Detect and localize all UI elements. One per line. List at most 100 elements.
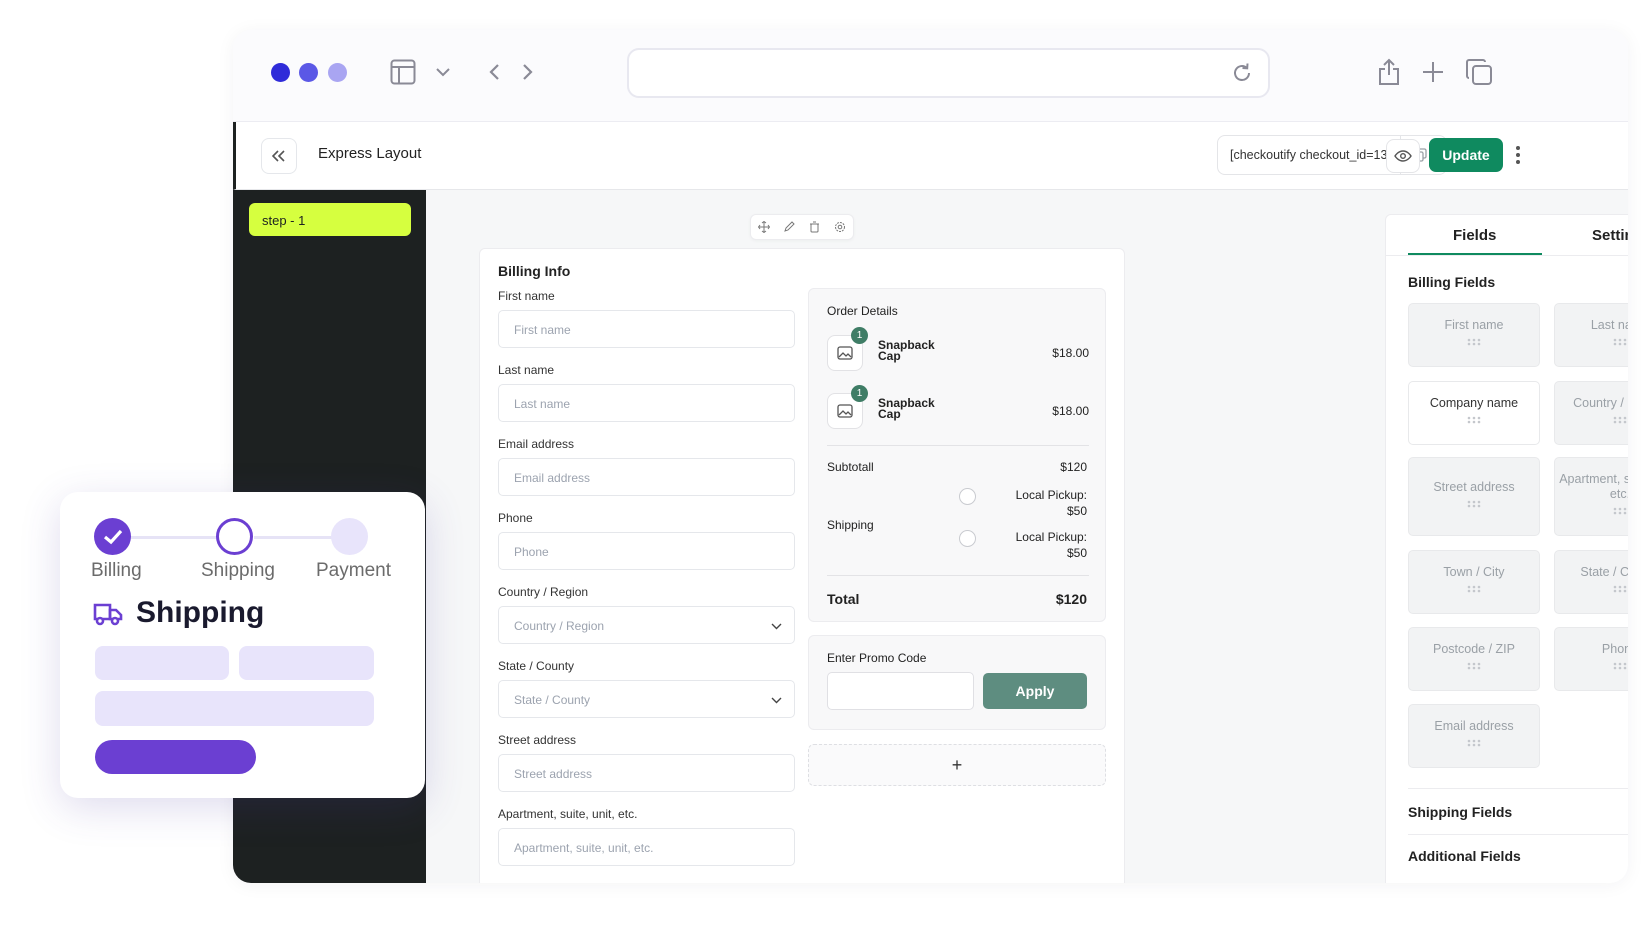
step-indicator-pending — [331, 518, 368, 555]
subtotal-value: $120 — [1060, 460, 1087, 474]
shipping-option-radio[interactable] — [959, 488, 976, 505]
chip-label: State / County — [1580, 565, 1628, 579]
country-select[interactable]: Country / Region — [498, 606, 795, 644]
step-label-shipping: Shipping — [201, 560, 275, 581]
preview-button[interactable] — [1386, 139, 1420, 173]
qty-badge: 1 — [851, 327, 868, 344]
chevron-down-icon[interactable] — [426, 55, 460, 89]
chevron-down-icon — [771, 693, 782, 707]
order-item: 1 Snapback Cap $18.00 — [827, 385, 1089, 429]
field-chip-phone[interactable]: Phone — [1554, 627, 1628, 691]
step-item[interactable]: step - 1 — [249, 203, 411, 236]
first-name-label: First name — [498, 289, 555, 303]
shipping-option-label: Local Pickup: $50 — [1015, 488, 1087, 518]
chip-label: First name — [1444, 318, 1504, 332]
placeholder-field — [95, 691, 374, 726]
email-field[interactable]: Email address — [498, 458, 795, 496]
chip-label: Street address — [1433, 480, 1515, 494]
drag-handle-icon — [1613, 338, 1627, 346]
placeholder-button[interactable] — [95, 740, 256, 774]
truck-icon — [93, 602, 123, 631]
field-chip-postcode[interactable]: Postcode / ZIP — [1408, 627, 1540, 691]
phone-label: Phone — [498, 511, 533, 525]
apartment-label: Apartment, suite, unit, etc. — [498, 807, 638, 821]
total-label: Total — [827, 591, 860, 607]
last-name-label: Last name — [498, 363, 555, 377]
field-chip-state-county[interactable]: State / County — [1554, 550, 1628, 614]
tabs-overview-icon[interactable] — [1462, 55, 1496, 89]
address-bar[interactable] — [627, 48, 1270, 98]
editor-canvas: Billing Info First name First name Last … — [426, 190, 1628, 883]
trash-icon[interactable] — [806, 218, 824, 236]
field-chip-last-name[interactable]: Last name — [1554, 303, 1628, 367]
country-label: Country / Region — [498, 585, 589, 599]
subtotal-label: Subtotall — [827, 460, 874, 474]
double-chevron-left-icon — [272, 150, 285, 162]
tab-settings[interactable]: Settings — [1592, 227, 1628, 244]
field-chip-first-name[interactable]: First name — [1408, 303, 1540, 367]
field-chip-company-name[interactable]: Company name — [1408, 381, 1540, 445]
tab-fields[interactable]: Fields — [1453, 227, 1496, 244]
additional-fields-title[interactable]: Additional Fields — [1408, 848, 1521, 864]
last-name-field[interactable]: Last name — [498, 384, 795, 422]
state-select[interactable]: State / County — [498, 680, 795, 718]
divider — [1408, 788, 1628, 789]
field-chip-town-city[interactable]: Town / City — [1408, 550, 1540, 614]
block-toolbar — [750, 214, 854, 240]
settings-gear-icon[interactable] — [831, 218, 849, 236]
browser-window: Express Layout [checkoutify checkout_id=… — [233, 30, 1628, 883]
forward-arrow-icon[interactable] — [511, 55, 545, 89]
field-chip-email[interactable]: Email address — [1408, 704, 1540, 768]
shipping-fields-title[interactable]: Shipping Fields — [1408, 804, 1512, 820]
state-placeholder: State / County — [514, 693, 591, 707]
checkout-form: Billing Info First name First name Last … — [479, 248, 1125, 883]
drag-handle-icon — [1613, 416, 1627, 424]
divider — [827, 445, 1089, 446]
sidebar-toggle-icon[interactable] — [386, 55, 420, 89]
street-field[interactable]: Street address — [498, 754, 795, 792]
field-chip-country[interactable]: Country / Region — [1554, 381, 1628, 445]
first-name-field[interactable]: First name — [498, 310, 795, 348]
placeholder-field — [239, 646, 374, 680]
field-chip-apartment[interactable]: Apartment, suite, unit, etc. — [1554, 457, 1628, 536]
chip-label: Company name — [1429, 396, 1519, 410]
update-button[interactable]: Update — [1429, 138, 1503, 172]
shipping-option-radio[interactable] — [959, 530, 976, 547]
drag-handle-icon — [1467, 500, 1481, 508]
move-icon[interactable] — [755, 218, 773, 236]
phone-field[interactable]: Phone — [498, 532, 795, 570]
billing-fields-title[interactable]: Billing Fields — [1408, 274, 1495, 290]
window-close-dot[interactable] — [271, 63, 290, 82]
chip-label: Town / City — [1443, 565, 1505, 579]
drag-handle-icon — [1613, 507, 1627, 515]
divider — [1408, 834, 1628, 835]
chevron-down-icon — [771, 619, 782, 633]
drag-handle-icon — [1613, 662, 1627, 670]
new-tab-icon[interactable] — [1416, 55, 1450, 89]
chip-label: Phone — [1601, 642, 1628, 656]
reload-icon[interactable] — [1230, 61, 1254, 90]
more-options-icon[interactable] — [1510, 140, 1526, 170]
shipping-step-card: Billing Shipping Payment Shipping — [60, 492, 425, 798]
promo-code-input[interactable] — [827, 672, 974, 710]
eye-icon — [1394, 150, 1412, 162]
apartment-field[interactable]: Apartment, suite, unit, etc. — [498, 828, 795, 866]
order-item: 1 Snapback Cap $18.00 — [827, 327, 1089, 371]
window-maximize-dot[interactable] — [328, 63, 347, 82]
add-block-button[interactable]: + — [808, 744, 1106, 786]
order-summary: Order Details 1 Snapback Cap $18.00 1 Sn… — [808, 288, 1106, 622]
window-minimize-dot[interactable] — [299, 63, 318, 82]
billing-section-title: Billing Info — [498, 263, 571, 279]
collapse-sidebar-button[interactable] — [261, 138, 297, 174]
item-name: Snapback Cap — [878, 338, 935, 363]
share-icon[interactable] — [1372, 55, 1406, 89]
drag-handle-icon — [1467, 585, 1481, 593]
apply-button[interactable]: Apply — [983, 673, 1087, 709]
drag-handle-icon — [1467, 739, 1481, 747]
promo-section: Enter Promo Code Apply — [808, 635, 1106, 730]
browser-chrome — [233, 30, 1628, 122]
drag-handle-icon — [1467, 416, 1481, 424]
field-chip-street-address[interactable]: Street address — [1408, 457, 1540, 536]
back-arrow-icon[interactable] — [477, 55, 511, 89]
edit-icon[interactable] — [780, 218, 798, 236]
